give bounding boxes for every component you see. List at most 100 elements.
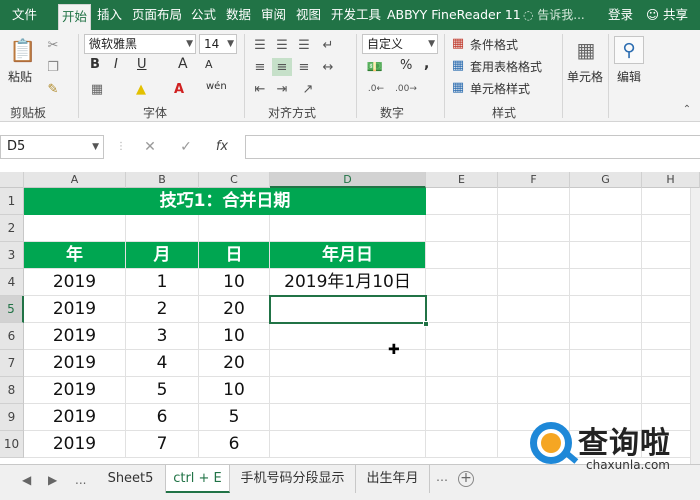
borders-icon[interactable]: ▦ [86,80,108,98]
empty-cell[interactable] [570,377,642,404]
empty-cell[interactable] [426,215,498,242]
data-cell[interactable] [270,431,426,458]
sheet-overflow-button[interactable]: ... [75,473,86,487]
empty-cell[interactable] [24,215,126,242]
scroll-right-icon[interactable]: ▶ [48,473,57,487]
empty-cell[interactable] [570,296,642,323]
data-cell[interactable]: 20 [199,296,270,323]
row-header-selected[interactable]: 5 [0,296,24,323]
data-cell[interactable]: 6 [126,404,199,431]
data-cell[interactable] [270,350,426,377]
accounting-format-icon[interactable]: 💵 [364,58,386,76]
empty-cell[interactable] [570,215,642,242]
cut-icon[interactable]: ✂ [44,36,62,54]
empty-cell[interactable] [498,377,570,404]
data-cell[interactable]: 20 [199,350,270,377]
data-cell[interactable]: 2019 [24,296,126,323]
data-cell[interactable]: 5 [126,377,199,404]
empty-cell[interactable] [498,323,570,350]
data-cell[interactable] [270,323,426,350]
formula-input[interactable] [245,135,700,159]
tab-review[interactable]: 审阅 [261,0,286,30]
tab-abbyy[interactable]: ABBYY FineReader 11 [387,0,521,30]
empty-cell[interactable] [570,242,642,269]
data-cell[interactable]: 2019 [24,377,126,404]
cancel-icon[interactable]: ✕ [140,137,160,157]
fill-handle[interactable] [423,321,429,327]
empty-cell[interactable] [570,323,642,350]
row-header[interactable]: 2 [0,215,24,242]
wrap-text-icon[interactable]: ↵ [318,36,338,54]
column-header[interactable]: H [642,172,700,188]
row-header[interactable]: 8 [0,377,24,404]
tab-developer[interactable]: 开发工具 [331,0,381,30]
share-button[interactable]: ☺ 共享 [646,0,688,30]
row-header[interactable]: 1 [0,188,24,215]
data-cell[interactable] [270,296,426,323]
empty-cell[interactable] [426,431,498,458]
italic-button[interactable]: I [114,57,118,72]
data-cell[interactable] [270,404,426,431]
empty-cell[interactable] [426,188,498,215]
empty-cell[interactable] [426,269,498,296]
copy-icon[interactable]: ❐ [44,58,62,76]
font-color-icon[interactable]: A [168,80,190,98]
sheet-tab[interactable]: Sheet5 [96,465,166,493]
empty-cell[interactable] [498,350,570,377]
header-cell-day[interactable]: 日 [199,242,270,269]
cell-styles-button[interactable]: 单元格样式 [470,80,530,97]
font-size-dropdown[interactable]: 14 ▼ [199,34,237,54]
row-header[interactable]: 9 [0,404,24,431]
row-header[interactable]: 6 [0,323,24,350]
tab-data[interactable]: 数据 [226,0,251,30]
data-cell[interactable]: 10 [199,377,270,404]
empty-cell[interactable] [270,215,426,242]
data-cell[interactable]: 2019 [24,269,126,296]
paste-icon[interactable]: 📋 [6,36,40,66]
tell-me-search[interactable]: ◌ 告诉我... [523,0,585,30]
data-cell[interactable]: 2019 [24,350,126,377]
enter-icon[interactable]: ✓ [176,137,196,157]
tab-page-layout[interactable]: 页面布局 [132,0,182,30]
fill-color-icon[interactable]: ▲ [130,80,152,98]
select-all-corner[interactable] [0,172,24,188]
data-cell[interactable]: 7 [126,431,199,458]
empty-cell[interactable] [426,323,498,350]
collapse-ribbon-icon[interactable]: ⌃ [680,102,694,116]
header-cell-date[interactable]: 年月日 [270,242,426,269]
column-header[interactable]: C [199,172,270,188]
sheet-title-cell[interactable]: 技巧1：合并日期 [24,188,426,215]
empty-cell[interactable] [570,350,642,377]
name-box[interactable]: D5 ▼ [0,135,104,159]
font-name-dropdown[interactable]: 微软雅黑 ▼ [84,34,196,54]
data-cell[interactable]: 5 [199,404,270,431]
empty-cell[interactable] [426,242,498,269]
align-right-icon[interactable]: ≡ [294,58,314,76]
cells-button[interactable]: 单元格 [567,68,603,85]
number-format-dropdown[interactable]: 自定义 ▼ [362,34,438,54]
bold-button[interactable]: B [90,57,100,72]
sheet-tab-active[interactable]: ctrl + E [166,465,230,493]
empty-cell[interactable] [126,215,199,242]
tab-file[interactable]: 文件 [12,0,37,30]
phonetic-button[interactable]: wén [206,81,227,92]
header-cell-year[interactable]: 年 [24,242,126,269]
align-top-icon[interactable]: ☰ [250,36,270,54]
column-header[interactable]: E [426,172,498,188]
data-cell[interactable]: 2019 [24,404,126,431]
shrink-font-button[interactable]: A [205,58,213,71]
add-sheet-icon[interactable]: + [458,471,474,487]
data-cell[interactable]: 2019 [24,431,126,458]
data-cell[interactable]: 6 [199,431,270,458]
data-cell[interactable]: 10 [199,269,270,296]
column-header[interactable]: B [126,172,199,188]
empty-cell[interactable] [498,269,570,296]
tab-insert[interactable]: 插入 [97,0,122,30]
column-header[interactable]: F [498,172,570,188]
insert-function-button[interactable]: fx [212,137,232,157]
column-header[interactable]: A [24,172,126,188]
data-cell[interactable] [270,377,426,404]
tab-view[interactable]: 视图 [296,0,321,30]
row-header[interactable]: 3 [0,242,24,269]
scroll-left-icon[interactable]: ◀ [22,473,31,487]
